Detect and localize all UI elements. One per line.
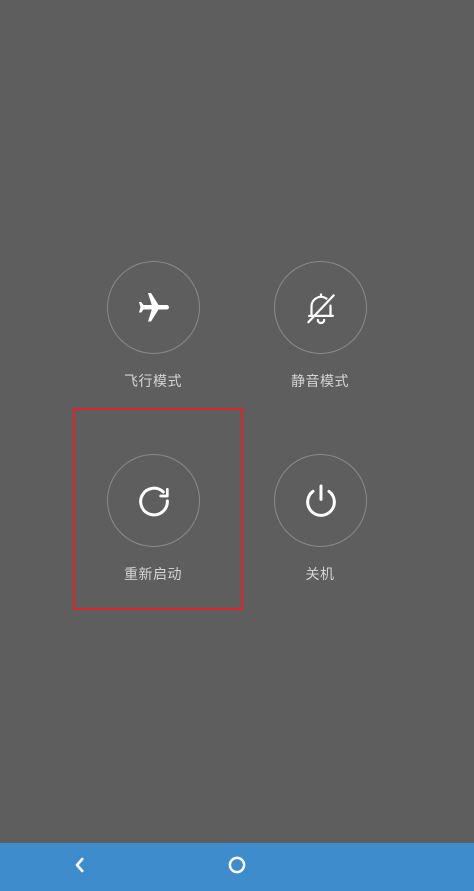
silent-mode-label: 静音模式 xyxy=(291,374,349,390)
power-off-label: 关机 xyxy=(305,567,335,583)
airplane-mode-button[interactable]: 飞行模式 xyxy=(94,261,214,401)
power-off-circle xyxy=(274,454,367,547)
reboot-button[interactable]: 重新启动 xyxy=(94,454,214,594)
navigation-bar xyxy=(0,843,474,891)
silent-mode-circle xyxy=(274,261,367,354)
chevron-left-icon xyxy=(71,856,89,878)
airplane-mode-circle xyxy=(107,261,200,354)
reboot-circle xyxy=(107,454,200,547)
bell-off-icon xyxy=(302,289,340,327)
home-circle-icon xyxy=(227,855,247,879)
airplane-icon xyxy=(136,290,172,326)
restart-icon xyxy=(134,481,174,521)
back-button[interactable] xyxy=(50,843,110,891)
power-icon xyxy=(301,481,341,521)
silent-mode-button[interactable]: 静音模式 xyxy=(261,261,381,401)
home-button[interactable] xyxy=(207,843,267,891)
airplane-mode-label: 飞行模式 xyxy=(124,374,182,390)
power-off-button[interactable]: 关机 xyxy=(261,454,381,594)
reboot-label: 重新启动 xyxy=(124,567,182,583)
power-menu-screen: 飞行模式 静音模式 重新启动 关机 xyxy=(0,0,474,843)
